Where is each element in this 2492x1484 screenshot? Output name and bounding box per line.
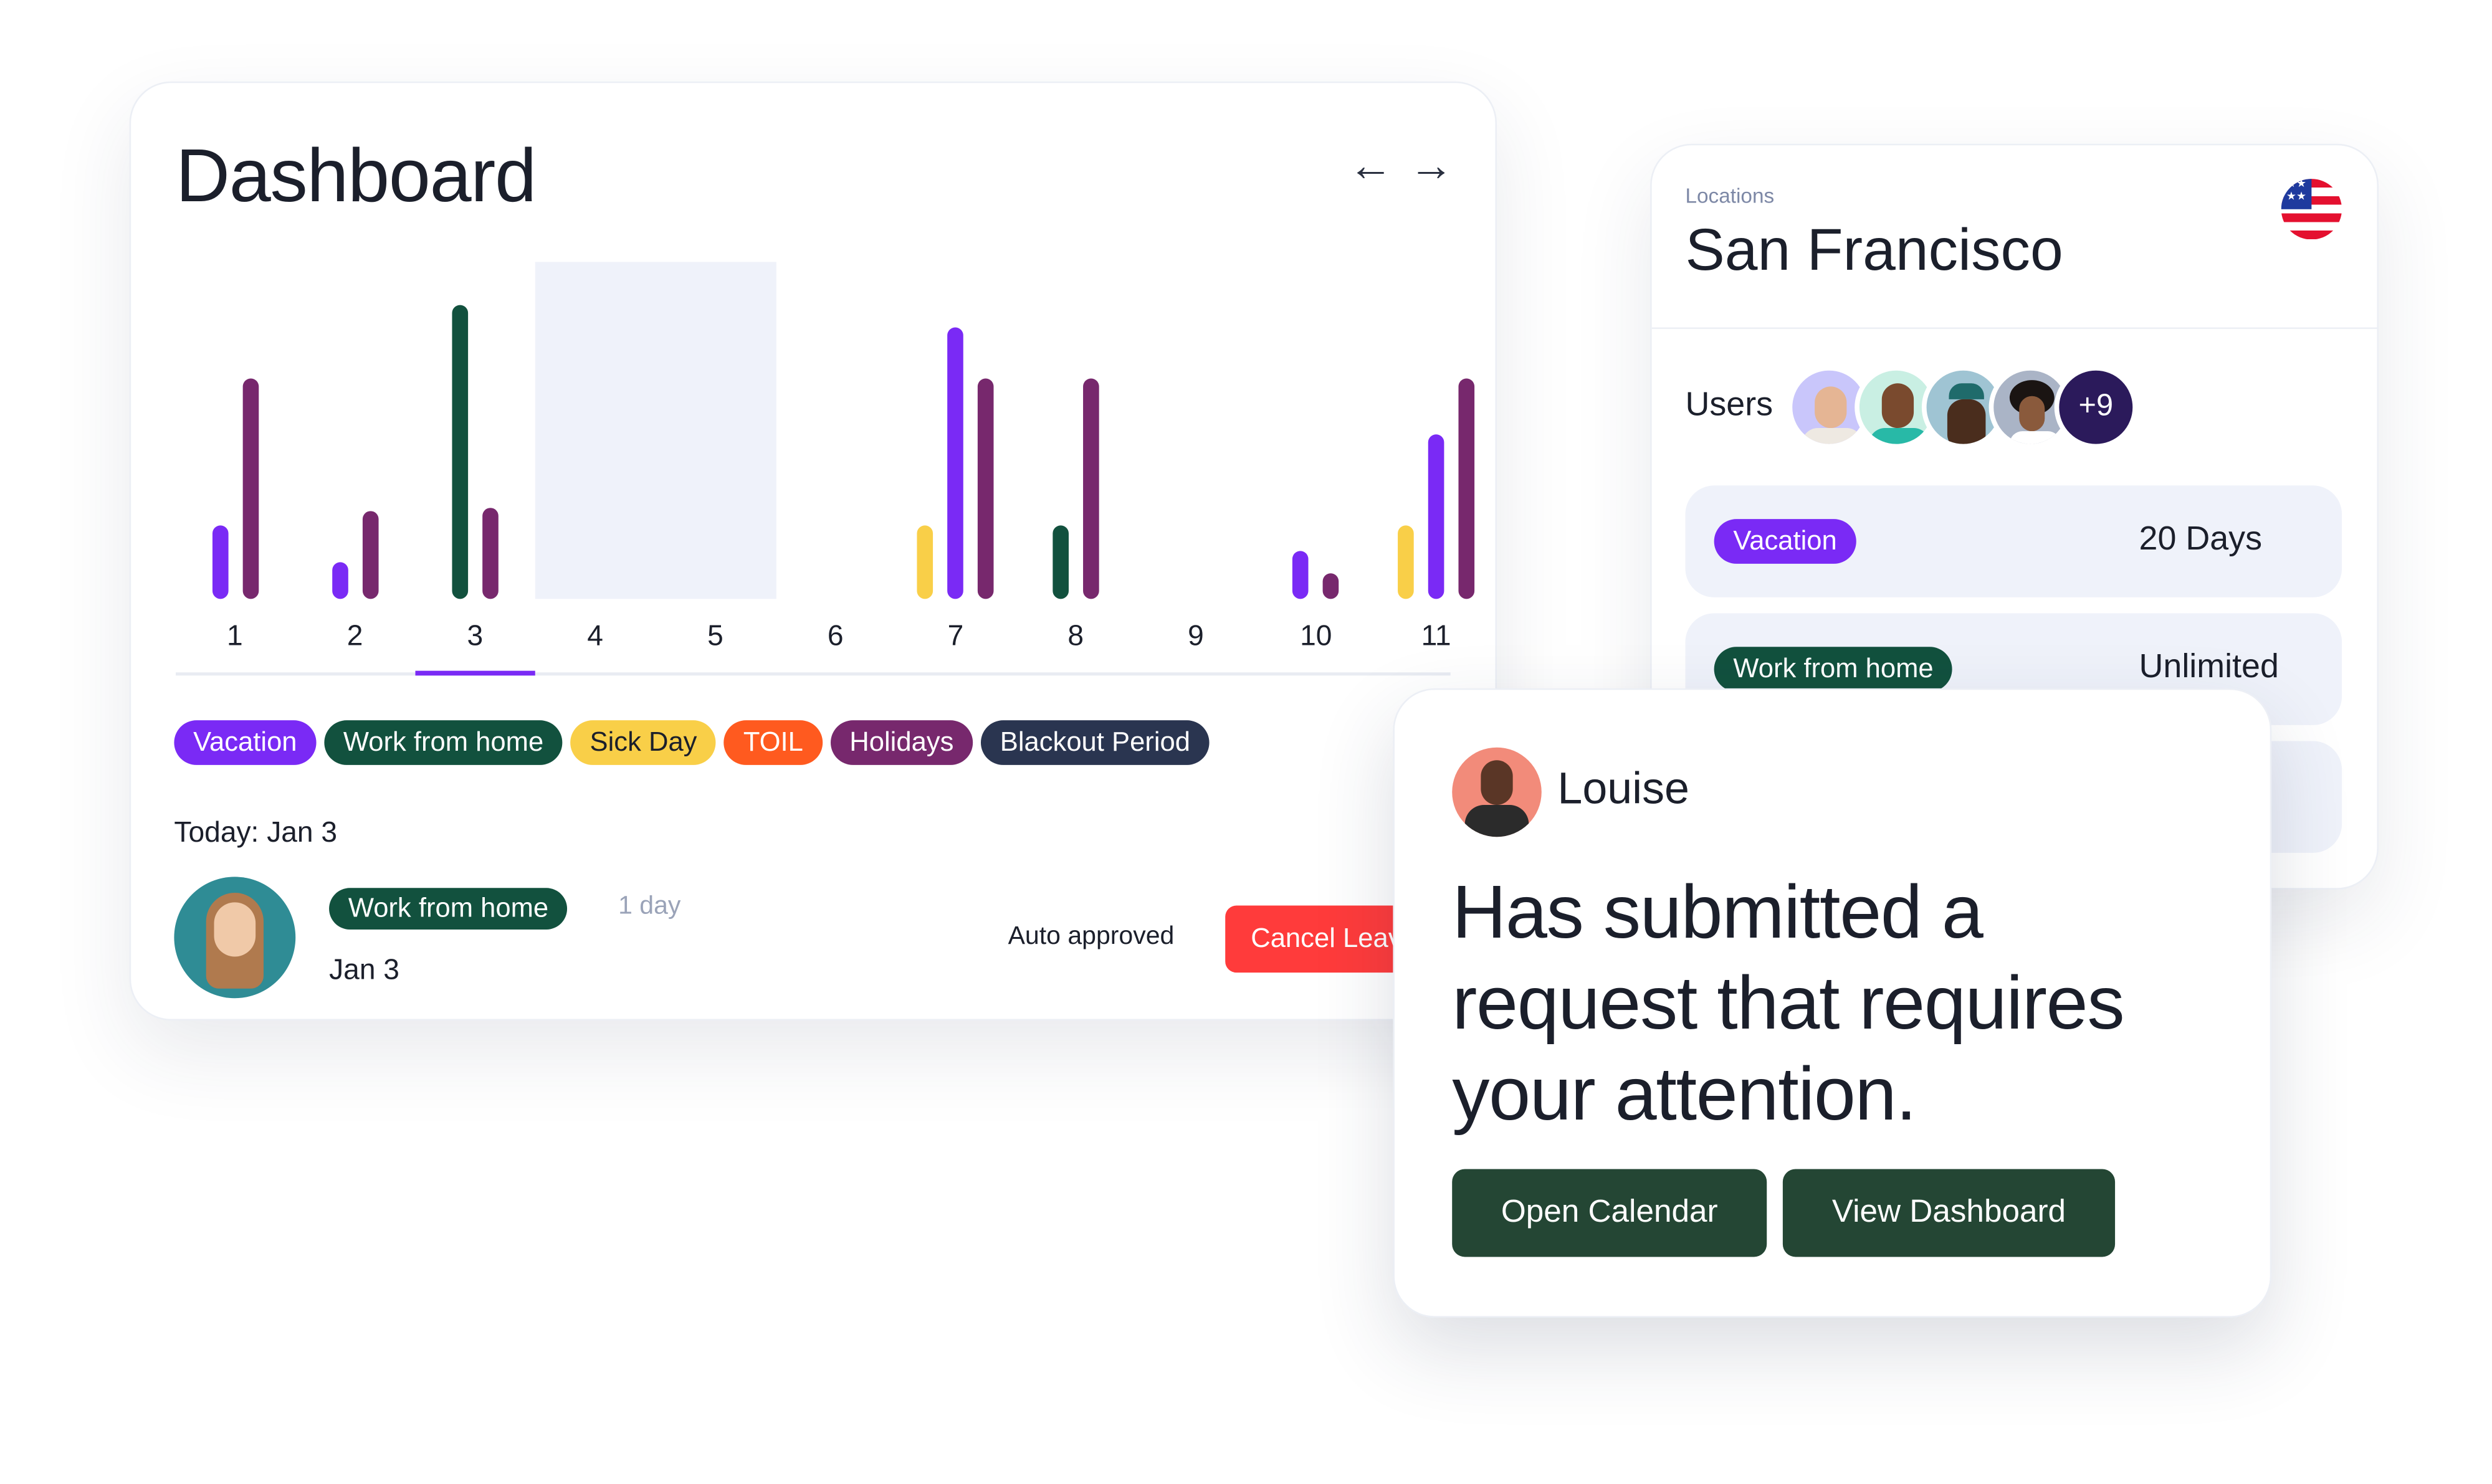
bar-10-holidays[interactable] [1323,573,1339,599]
view-dashboard-button[interactable]: View Dashboard [1782,1169,2116,1257]
users-label: Users [1685,386,1774,424]
entry-type-badge: Work from home [329,888,568,930]
bar-11-sick-day[interactable] [1398,525,1414,599]
legend-item[interactable]: Work from home [324,720,563,765]
open-calendar-button[interactable]: Open Calendar [1452,1169,1767,1257]
legend: Vacation Work from home Sick Day TOIL Holida… [174,720,1210,765]
city-name: San Francisco [1685,217,2063,283]
louise-avatar [1452,747,1542,837]
day-label[interactable]: 6 [811,620,859,654]
requester-name: Louise [1557,763,1689,813]
legend-item[interactable]: TOIL [724,720,823,765]
entry-duration: 1 day [618,892,681,920]
notification-card: Louise Has submitted a request that requ… [1393,688,2272,1318]
day-label[interactable]: 3 [451,620,499,654]
leave-chart: 1 2 3 4 5 6 7 8 9 10 11 [131,83,1495,690]
weekend-shade [535,262,776,599]
chart-divider [175,672,1451,676]
entry-status: Auto approved [1008,923,1175,951]
allowance-amount: Unlimited [2139,648,2279,685]
notification-message: Has submitted a request that requires yo… [1452,868,2124,1136]
us-flag-icon: ★★ ★★ [2281,179,2342,240]
today-label: Today: Jan 3 [174,816,338,849]
bar-7-holidays[interactable] [978,378,994,599]
allowance-type-badge: Vacation [1714,519,1856,564]
day-label[interactable]: 7 [932,620,980,654]
bar-2-vacation[interactable] [332,562,348,599]
entry-date: Jan 3 [329,953,399,986]
bar-11-holidays[interactable] [1458,378,1475,599]
divider [1651,327,2377,330]
legend-item[interactable]: Sick Day [570,720,717,765]
bar-7-sick-day[interactable] [917,525,933,599]
day-label[interactable]: 5 [691,620,739,654]
bar-8-holidays[interactable] [1082,378,1099,599]
more-users-badge[interactable]: +9 [2054,366,2137,449]
allowance-row: Vacation 20 Days [1685,485,2342,597]
day-label[interactable]: 1 [211,620,259,654]
day-label[interactable]: 2 [331,620,379,654]
bar-8-work-from-home[interactable] [1053,525,1069,599]
bar-2-holidays[interactable] [362,510,378,599]
allowance-amount: 20 Days [2139,520,2263,558]
stage: Dashboard ← → 1 2 3 4 5 6 7 8 9 10 11 Vacation Work… [0,0,2492,1483]
selected-day-indicator [415,670,535,676]
day-label[interactable]: 11 [1412,620,1460,654]
bar-3-work-from-home[interactable] [452,305,468,599]
bar-11-vacation[interactable] [1428,433,1444,599]
legend-item[interactable]: Holidays [830,720,973,765]
locations-label: Locations [1685,183,1775,208]
day-label[interactable]: 10 [1292,620,1340,654]
day-label[interactable]: 9 [1172,620,1220,654]
allowance-type-badge: Work from home [1714,647,1953,692]
bar-3-holidays[interactable] [482,507,499,599]
bar-1-vacation[interactable] [211,525,228,599]
legend-item[interactable]: Vacation [174,720,317,765]
bar-10-vacation[interactable] [1292,551,1309,599]
day-label[interactable]: 4 [571,620,619,654]
day-label[interactable]: 8 [1052,620,1100,654]
avatar [174,877,296,999]
legend-item[interactable]: Blackout Period [980,720,1210,765]
bar-7-vacation[interactable] [947,326,964,599]
bar-1-holidays[interactable] [242,378,259,599]
dashboard-card: Dashboard ← → 1 2 3 4 5 6 7 8 9 10 11 Vacation Work… [129,81,1497,1021]
